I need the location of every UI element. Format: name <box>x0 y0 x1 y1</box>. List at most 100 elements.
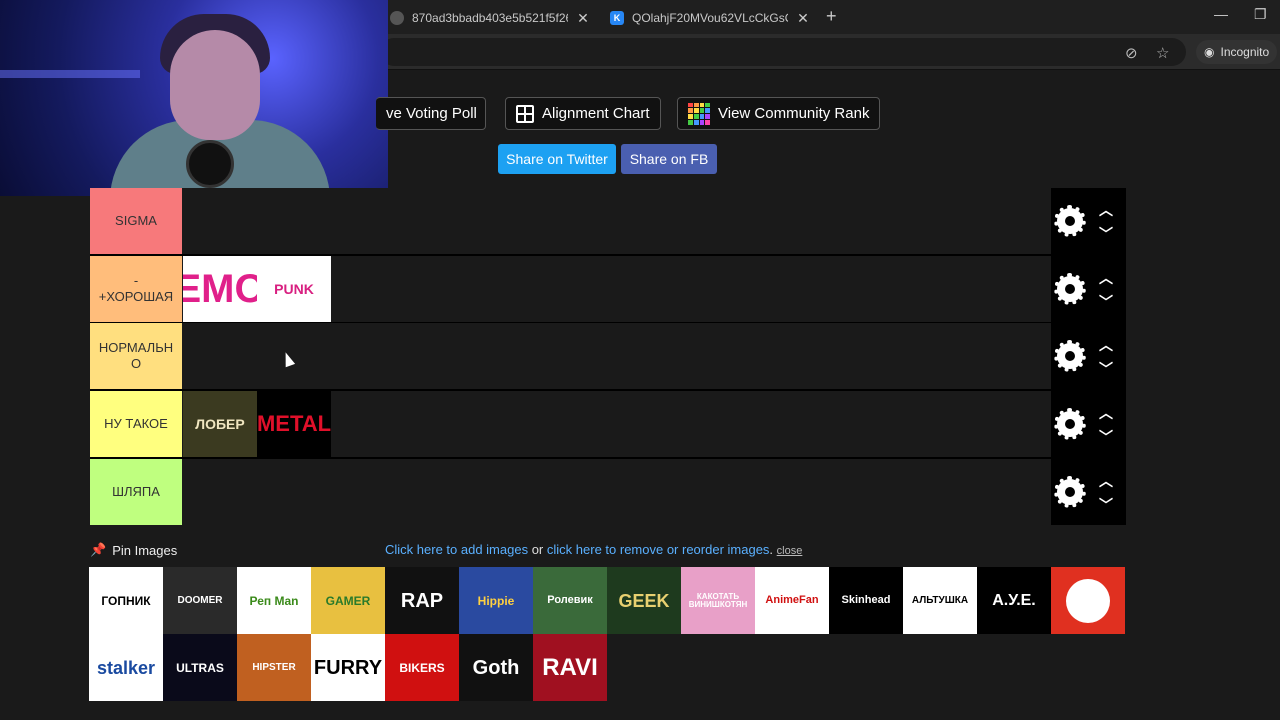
tier-controls: ︿ ﹀ <box>1051 323 1126 389</box>
chevron-down-icon[interactable]: ﹀ <box>1097 430 1115 444</box>
gear-icon[interactable] <box>1054 273 1086 305</box>
webcam-person-head <box>170 30 260 140</box>
tier-label[interactable]: - +ХОРОШАЯ <box>90 256 182 322</box>
pin-images-toggle[interactable]: 📌 Pin Images <box>90 541 177 559</box>
tier-label[interactable]: НУ ТАКОЕ <box>90 391 182 457</box>
tier-list: SIGMA ︿ ﹀ - +ХОРОШАЯ EMO PUNK ︿ ﹀ НОРМАЛ… <box>90 188 1126 525</box>
pool-item[interactable]: КАКОТАТЬ ВИНИШКОТЯН <box>681 567 755 634</box>
pool-item[interactable]: Hippie <box>459 567 533 634</box>
chevron-down-icon[interactable]: ﹀ <box>1097 295 1115 309</box>
pool-item[interactable]: HIPSTER <box>237 634 311 701</box>
globe-icon <box>390 11 404 25</box>
pool-item[interactable]: DOOMER <box>163 567 237 634</box>
grid-icon <box>516 104 534 123</box>
chevron-up-icon[interactable]: ︿ <box>1097 338 1115 352</box>
tier-label[interactable]: SIGMA <box>90 188 182 254</box>
close-tab-icon[interactable]: ✕ <box>796 10 810 27</box>
tier-label[interactable]: ШЛЯПА <box>90 459 182 525</box>
webcam-background <box>0 70 140 78</box>
tab-title: 870ad3bbadb403e5b521f5f266 <box>412 11 568 25</box>
tier-item-image[interactable]: EMO <box>183 256 257 322</box>
restore-icon[interactable]: ❐ <box>1254 6 1267 23</box>
share-twitter-button[interactable]: Share on Twitter <box>498 144 616 174</box>
tier-controls: ︿ ﹀ <box>1051 256 1126 322</box>
image-pool: ГОПНИК DOOMER Реп Man GAMER RAP Hippie Р… <box>89 567 1127 701</box>
chevron-down-icon[interactable]: ﹀ <box>1097 227 1115 241</box>
pool-item[interactable]: RAVI <box>533 634 607 701</box>
chevron-up-icon[interactable]: ︿ <box>1097 271 1115 285</box>
voting-poll-label: ve Voting Poll <box>386 105 477 122</box>
tier-controls: ︿ ﹀ <box>1051 391 1126 457</box>
tier-items[interactable]: EMO PUNK <box>183 256 331 322</box>
new-tab-icon[interactable]: + <box>826 6 837 27</box>
alignment-chart-label: Alignment Chart <box>542 105 650 122</box>
chevron-down-icon[interactable]: ﹀ <box>1097 498 1115 512</box>
pool-item[interactable]: Goth <box>459 634 533 701</box>
pool-item[interactable] <box>1051 567 1125 634</box>
pool-item[interactable]: BIKERS <box>385 634 459 701</box>
remove-images-link[interactable]: click here to remove or reorder images <box>547 542 770 557</box>
chevron-up-icon[interactable]: ︿ <box>1097 203 1115 217</box>
chevron-up-icon[interactable]: ︿ <box>1097 406 1115 420</box>
tier-row-sigma: SIGMA ︿ ﹀ <box>90 188 1126 254</box>
share-fb-label: Share on FB <box>629 151 709 167</box>
incognito-badge[interactable]: ◉ Incognito <box>1196 40 1278 64</box>
period-text: . <box>769 542 774 557</box>
alignment-chart-button[interactable]: Alignment Chart <box>505 97 661 130</box>
chevron-up-icon[interactable]: ︿ <box>1097 474 1115 488</box>
tier-label[interactable]: НОРМАЛЬНО <box>90 323 182 389</box>
grenade-icon <box>1066 578 1110 623</box>
gear-icon[interactable] <box>1054 340 1086 372</box>
tier-controls: ︿ ﹀ <box>1051 188 1126 254</box>
minimize-icon[interactable]: — <box>1214 6 1228 22</box>
pool-item[interactable]: GEEK <box>607 567 681 634</box>
share-twitter-label: Share on Twitter <box>506 151 608 167</box>
pool-item[interactable]: А.У.Е. <box>977 567 1051 634</box>
pool-item[interactable]: AnimeFan <box>755 567 829 634</box>
pool-item[interactable]: Реп Man <box>237 567 311 634</box>
pool-item[interactable]: FURRY <box>311 634 385 701</box>
tab-title: QOlahjF20MVou62VLcCkGsO2 <box>632 11 788 25</box>
star-icon[interactable]: ☆ <box>1156 44 1169 62</box>
community-rank-button[interactable]: View Community Rank <box>677 97 881 130</box>
omnibox[interactable] <box>380 38 1186 66</box>
webcam-overlay <box>0 0 388 196</box>
image-links: Click here to add images or click here t… <box>385 542 802 557</box>
gear-icon[interactable] <box>1054 408 1086 440</box>
tier-item-image[interactable]: PUNK <box>257 256 331 322</box>
vk-icon: K <box>610 11 624 25</box>
tier-item-image[interactable]: ЛОБЕР <box>183 391 257 457</box>
tier-row-normal: НОРМАЛЬНО ︿ ﹀ <box>90 323 1126 389</box>
browser-tab[interactable]: 870ad3bbadb403e5b521f5f266 ✕ <box>390 4 590 32</box>
community-rank-label: View Community Rank <box>718 105 870 122</box>
incognito-label: Incognito <box>1220 45 1270 59</box>
pool-item[interactable]: GAMER <box>311 567 385 634</box>
pool-item[interactable]: ГОПНИК <box>89 567 163 634</box>
pin-images-label: Pin Images <box>112 542 178 558</box>
tier-items[interactable]: ЛОБЕР METAL <box>183 391 331 457</box>
chevron-down-icon[interactable]: ﹀ <box>1097 362 1115 376</box>
share-facebook-button[interactable]: Share on FB <box>621 144 717 174</box>
browser-tab[interactable]: K QOlahjF20MVou62VLcCkGsO2 ✕ <box>610 4 810 32</box>
close-tab-icon[interactable]: ✕ <box>576 10 590 27</box>
close-link[interactable]: close <box>777 545 803 557</box>
add-images-link[interactable]: Click here to add images <box>385 542 528 557</box>
pool-item[interactable]: stalker <box>89 634 163 701</box>
pool-item[interactable]: Skinhead <box>829 567 903 634</box>
eye-off-icon[interactable]: ⊘ <box>1125 44 1138 62</box>
pin-icon: 📌 <box>90 542 107 557</box>
pool-item[interactable]: АЛЬТУШКА <box>903 567 977 634</box>
gear-icon[interactable] <box>1054 476 1086 508</box>
tier-controls: ︿ ﹀ <box>1051 459 1126 525</box>
microphone-icon <box>186 140 234 188</box>
tier-item-image[interactable]: METAL <box>257 391 331 457</box>
tier-row-meh: НУ ТАКОЕ ЛОБЕР METAL ︿ ﹀ <box>90 391 1126 457</box>
gear-icon[interactable] <box>1054 205 1086 237</box>
voting-poll-button[interactable]: ve Voting Poll <box>376 97 486 130</box>
pool-item[interactable]: ULTRAS <box>163 634 237 701</box>
incognito-icon: ◉ <box>1204 45 1215 59</box>
tier-row-good: - +ХОРОШАЯ EMO PUNK ︿ ﹀ <box>90 256 1126 322</box>
pool-item[interactable]: Ролевик <box>533 567 607 634</box>
pool-item[interactable]: RAP <box>385 567 459 634</box>
tier-row-hat: ШЛЯПА ︿ ﹀ <box>90 459 1126 525</box>
